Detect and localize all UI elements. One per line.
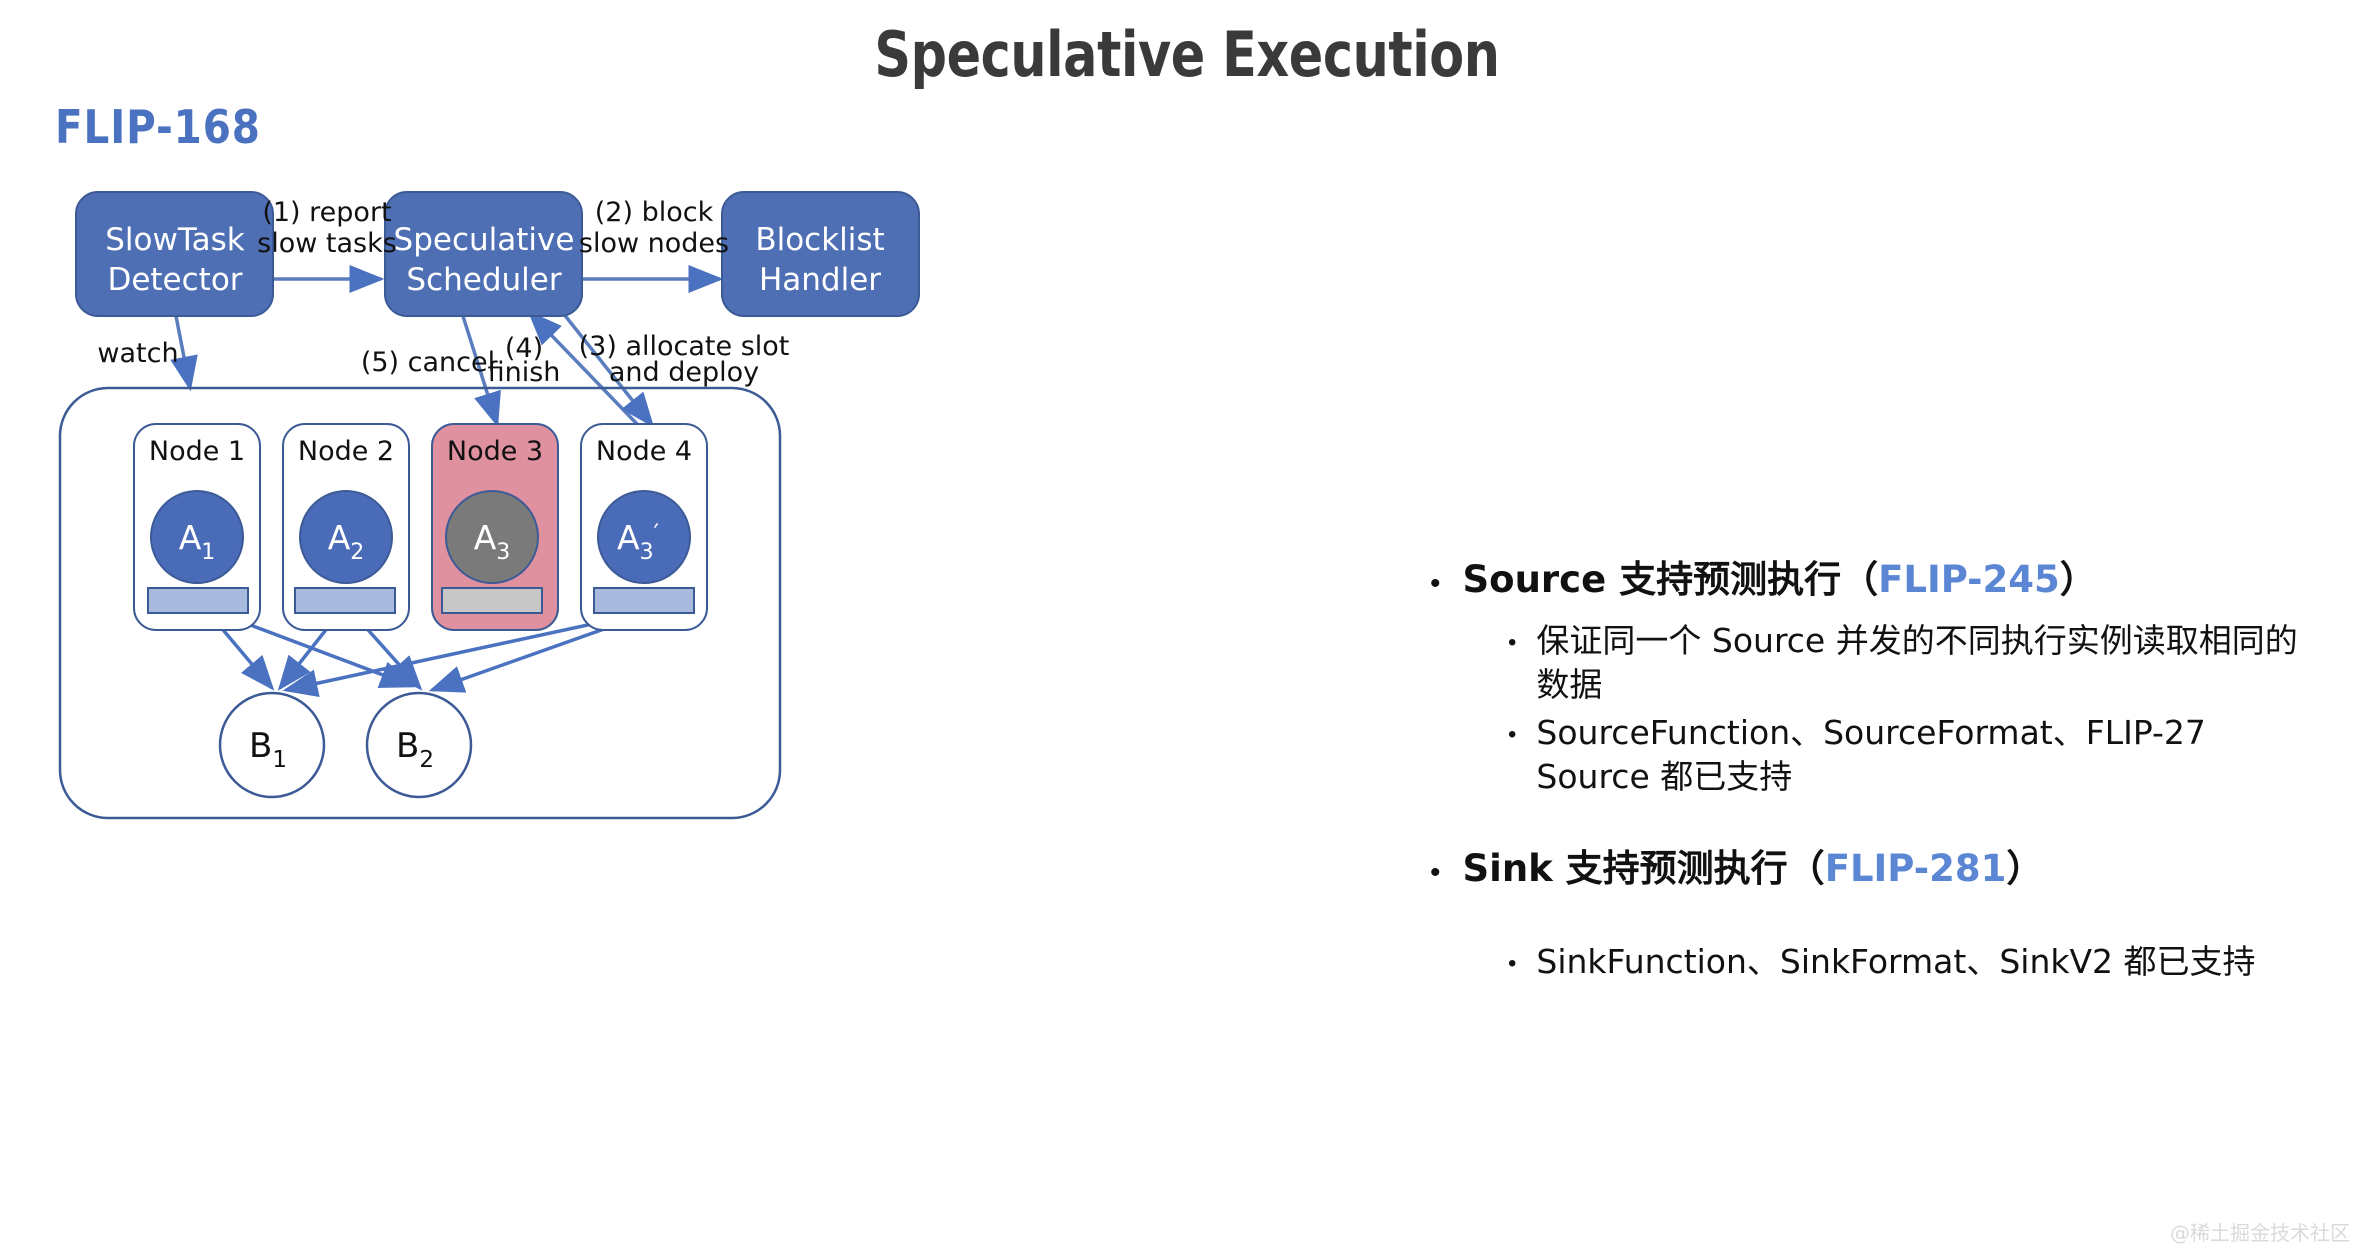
bullet-source: • Source 支持预测执行（FLIP-245） [1430,555,2330,605]
slot-bar-node-3 [441,587,543,614]
edge-label-5-cancel: (5) cancel [361,347,495,378]
bullet-dot-icon: • [1508,720,1517,748]
bullet-sink: • Sink 支持预测执行（FLIP-281） [1430,844,2330,894]
sub-source-consistency: • 保证同一个 Source 并发的不同执行实例读取相同的数据 [1508,619,2330,707]
bullet-source-text: Source 支持预测执行（FLIP-245） [1463,555,2097,605]
sub-source-consistency-text: 保证同一个 Source 并发的不同执行实例读取相同的数据 [1536,620,2298,704]
bullet-sink-suffix: ） [2006,847,2044,891]
bullet-dot-icon: • [1430,567,1441,600]
bullet-source-children: • 保证同一个 Source 并发的不同执行实例读取相同的数据 • Source… [1508,619,2330,799]
box-slowtask-detector-line2: Detector [107,262,242,298]
sub-source-support-text: SourceFunction、SourceFormat、FLIP-27 Sour… [1536,712,2206,796]
bullet-dot-icon: • [1508,950,1517,978]
feature-bullet-panel: • Source 支持预测执行（FLIP-245） • 保证同一个 Source… [1430,555,2330,988]
task-sink-edges [206,610,653,698]
watermark: @稀土掘金技术社区 [2170,1221,2350,1245]
box-speculative-scheduler-line1: Speculative [394,222,575,258]
slot-bar-node-1 [147,587,249,614]
sub-sink-support-text: SinkFunction、SinkFormat、SinkV2 都已支持 [1536,942,2256,982]
task-circle-a3-prime[interactable] [597,490,691,584]
bullet-source-flip-link[interactable]: FLIP-245 [1878,558,2060,601]
box-blocklist-handler-line2: Handler [759,262,881,298]
sub-source-support: • SourceFunction、SourceFormat、FLIP-27 So… [1508,711,2330,799]
box-blocklist-handler-line1: Blocklist [755,222,884,258]
edge-label-1-line2: slow tasks [257,228,397,259]
bullet-sink-text: Sink 支持预测执行（FLIP-281） [1463,844,2044,894]
node-label-node-3: Node 3 [447,436,543,467]
bullet-dot-icon: • [1508,628,1517,656]
edge-label-watch: watch [97,338,178,369]
node-label-node-4: Node 4 [596,436,692,467]
bullet-dot-icon: • [1430,856,1441,890]
slot-bar-node-4 [593,587,695,614]
speculative-execution-diagram: SlowTask Detector Speculative Scheduler … [58,191,920,820]
edge-label-2-line1: (2) block [595,197,714,228]
edge-label-2-line2: slow nodes [579,228,729,259]
sub-sink-support: • SinkFunction、SinkFormat、SinkV2 都已支持 [1508,940,2330,984]
node-label-node-1: Node 1 [149,436,245,467]
edge-label-4-line2: finish [488,357,561,388]
bullet-source-suffix: ） [2059,558,2097,601]
box-slowtask-detector-line1: SlowTask [105,222,245,258]
node-label-node-2: Node 2 [298,436,394,467]
bullet-sink-flip-link[interactable]: FLIP-281 [1825,847,2007,890]
slot-bar-node-2 [294,587,396,614]
bullet-source-prefix: Source 支持预测执行（ [1462,558,1879,601]
bullet-sink-children: • SinkFunction、SinkFormat、SinkV2 都已支持 [1508,940,2330,984]
bullet-sink-prefix: Sink 支持预测执行（ [1462,847,1825,891]
edge-label-3-line2: and deploy [609,357,759,388]
box-speculative-scheduler-line2: Scheduler [406,262,561,298]
edge-label-1-line1: (1) report [262,197,391,228]
